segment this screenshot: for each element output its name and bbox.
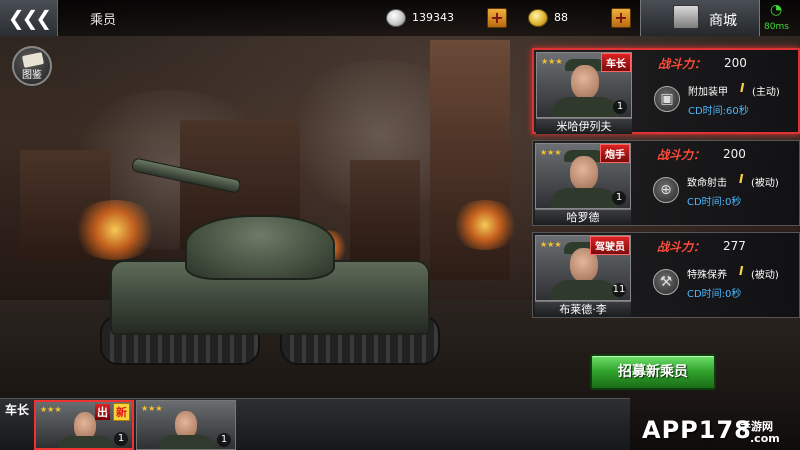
crew-slot-2[interactable]: ★★★ 1 (136, 400, 236, 450)
crew-level: 1 (217, 433, 231, 447)
wrench-icon[interactable]: ⚒ (653, 269, 679, 295)
shop-label: 商城 (709, 13, 737, 29)
site-watermark: APP178 手游网 .com (632, 404, 800, 450)
top-bar: ❮❮❮ 乘员 139343 + 88 + 商城 ◔ 80ms (0, 0, 800, 36)
tank-turret (185, 215, 335, 280)
shop-button[interactable]: 商城 (640, 0, 760, 36)
catalog-button[interactable]: 图鉴 (12, 46, 52, 86)
crew-level: 1 (114, 432, 128, 446)
power-label: 战斗力： (657, 240, 706, 254)
rank-stars-icon: ★★★ (540, 240, 562, 249)
watermark-com: .com (750, 432, 780, 445)
crew-card-driver[interactable]: ★★★ 驾驶员 11 布莱德·李 战斗力： 277 ⚒ 特殊保养 I (被动) … (532, 232, 800, 318)
skill-type: (被动) (751, 178, 779, 189)
skill-type: (主动) (752, 87, 780, 98)
watermark-main: APP178 (642, 416, 752, 444)
role-badge: 驾驶员 (590, 236, 630, 255)
slot-label: 车长 (4, 403, 29, 417)
catalog-label: 图鉴 (22, 70, 42, 81)
silver-amount: 139343 (412, 11, 454, 24)
role-badge: 炮手 (600, 144, 630, 163)
skill-level: I (739, 172, 744, 186)
crew-face (571, 65, 599, 99)
skill-type: (被动) (751, 270, 779, 281)
new-tag: 新 (113, 403, 130, 421)
skill-level: I (740, 81, 745, 95)
gold-coin-icon (528, 9, 548, 27)
crew-name: 米哈伊列夫 (536, 118, 632, 134)
skill-cooldown: CD时间:0秒 (687, 197, 742, 208)
crew-portrait: ★★★ 炮手 1 (535, 143, 631, 209)
crosshair-icon[interactable]: ⊕ (653, 177, 679, 203)
crew-name: 布莱德·李 (535, 301, 631, 317)
skill-level: I (739, 264, 744, 278)
crew-level: 1 (613, 100, 627, 114)
crew-name: 哈罗德 (535, 209, 631, 225)
skill-cooldown: CD时间:0秒 (687, 289, 742, 300)
crew-portrait: ★★★ 车长 1 (536, 52, 632, 118)
power-value: 200 (723, 147, 746, 161)
crew-uniform (159, 435, 215, 449)
power-label: 战斗力： (658, 57, 707, 71)
wifi-icon: ◔ (770, 2, 783, 18)
power-value: 200 (724, 56, 747, 70)
crew-level: 1 (612, 191, 626, 205)
recruit-crew-button[interactable]: 招募新乘员 (590, 354, 716, 390)
crew-card-gunner[interactable]: ★★★ 炮手 1 哈罗德 战斗力： 200 ⊕ 致命射击 I (被动) CD时间… (532, 140, 800, 226)
crew-uniform (550, 188, 618, 208)
crew-slot-1[interactable]: ★★★ 出 新 1 (34, 400, 134, 450)
latency-readout: 80ms (764, 22, 789, 32)
tank-model[interactable] (100, 157, 440, 375)
gold-amount: 88 (554, 11, 568, 24)
skill-name: 特殊保养 (687, 270, 727, 281)
rank-stars-icon: ★★★ (141, 404, 163, 413)
deployed-tag: 出 (95, 404, 110, 420)
fire-burst (450, 200, 520, 250)
crew-face (570, 156, 598, 190)
triple-chevron-left-icon: ❮❮❮ (7, 6, 52, 30)
skill-name: 致命射击 (687, 178, 727, 189)
armor-plate-icon[interactable]: ▣ (654, 86, 680, 112)
page-title: 乘员 (90, 13, 117, 28)
skill-name: 附加装甲 (688, 87, 728, 98)
crew-card-commander[interactable]: ★★★ 车长 1 米哈伊列夫 战斗力： 200 ▣ 附加装甲 I (主动) CD… (532, 48, 800, 134)
rank-stars-icon: ★★★ (40, 405, 62, 414)
crew-uniform (58, 436, 114, 448)
silver-coin-icon (386, 9, 406, 27)
add-silver-button[interactable]: + (487, 8, 507, 28)
treasure-chest-icon (673, 5, 699, 29)
skill-cooldown: CD时间:60秒 (688, 106, 749, 117)
rank-stars-icon: ★★★ (540, 148, 562, 157)
crew-uniform (551, 97, 619, 117)
rank-stars-icon: ★★★ (541, 57, 563, 66)
back-button[interactable]: ❮❮❮ (0, 0, 58, 36)
crew-portrait: ★★★ 驾驶员 11 (535, 235, 631, 301)
role-badge: 车长 (601, 53, 631, 72)
crew-level: 11 (612, 283, 626, 297)
power-value: 277 (723, 239, 746, 253)
add-gold-button[interactable]: + (611, 8, 631, 28)
power-label: 战斗力： (657, 148, 706, 162)
crew-uniform (550, 280, 618, 300)
